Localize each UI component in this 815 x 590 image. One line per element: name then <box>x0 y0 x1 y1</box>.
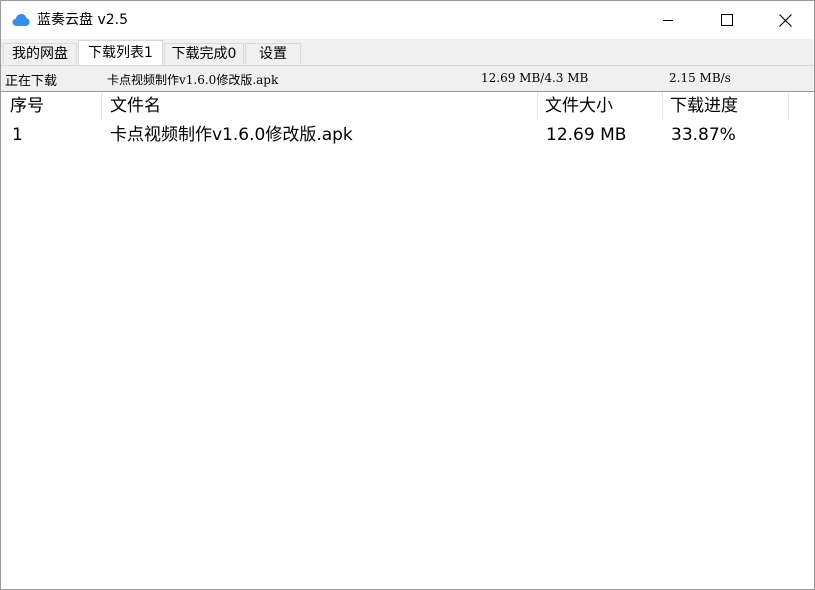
close-icon <box>778 13 792 27</box>
status-label: 正在下载 <box>5 74 58 89</box>
row-progress: 33.87% <box>671 125 736 145</box>
close-button[interactable] <box>756 1 814 39</box>
window-title: 蓝奏云盘 v2.5 <box>37 12 128 28</box>
list-header: 序号 文件名 文件大小 下载进度 <box>1 92 814 120</box>
tab-strip: 我的网盘 下载列表1 下载完成0 设置 <box>1 39 814 65</box>
row-index: 1 <box>12 125 23 145</box>
table-row[interactable]: 1 卡点视频制作v1.6.0修改版.apk 12.69 MB 33.87% <box>1 122 814 148</box>
download-list[interactable]: 序号 文件名 文件大小 下载进度 1 卡点视频制作v1.6.0修改版.apk 1… <box>1 92 814 589</box>
maximize-button[interactable] <box>698 1 756 39</box>
column-header-size[interactable]: 文件大小 <box>538 92 663 120</box>
status-filename: 卡点视频制作v1.6.0修改版.apk <box>107 73 279 87</box>
tab-download-list[interactable]: 下载列表1 <box>78 40 163 65</box>
title-bar[interactable]: 蓝奏云盘 v2.5 <box>1 1 814 39</box>
download-status-bar: 正在下载 卡点视频制作v1.6.0修改版.apk 12.69 MB/4.3 MB… <box>1 65 814 92</box>
column-header-index[interactable]: 序号 <box>1 92 102 120</box>
row-size: 12.69 MB <box>546 125 627 145</box>
tab-settings[interactable]: 设置 <box>245 43 301 64</box>
minimize-button[interactable] <box>639 1 697 39</box>
row-filename: 卡点视频制作v1.6.0修改版.apk <box>110 125 353 145</box>
column-header-progress[interactable]: 下载进度 <box>663 92 789 120</box>
minimize-icon <box>663 20 673 21</box>
status-size: 12.69 MB/4.3 MB <box>481 71 589 85</box>
column-header-filename[interactable]: 文件名 <box>102 92 538 120</box>
tab-download-complete[interactable]: 下载完成0 <box>164 43 244 64</box>
app-window: 蓝奏云盘 v2.5 我的网盘 下载列表1 下载完成0 设置 正在下载 卡点视频制… <box>0 0 815 590</box>
status-speed: 2.15 MB/s <box>669 71 731 85</box>
cloud-icon <box>12 12 30 26</box>
tab-my-drive[interactable]: 我的网盘 <box>3 43 77 64</box>
maximize-icon <box>721 14 733 26</box>
